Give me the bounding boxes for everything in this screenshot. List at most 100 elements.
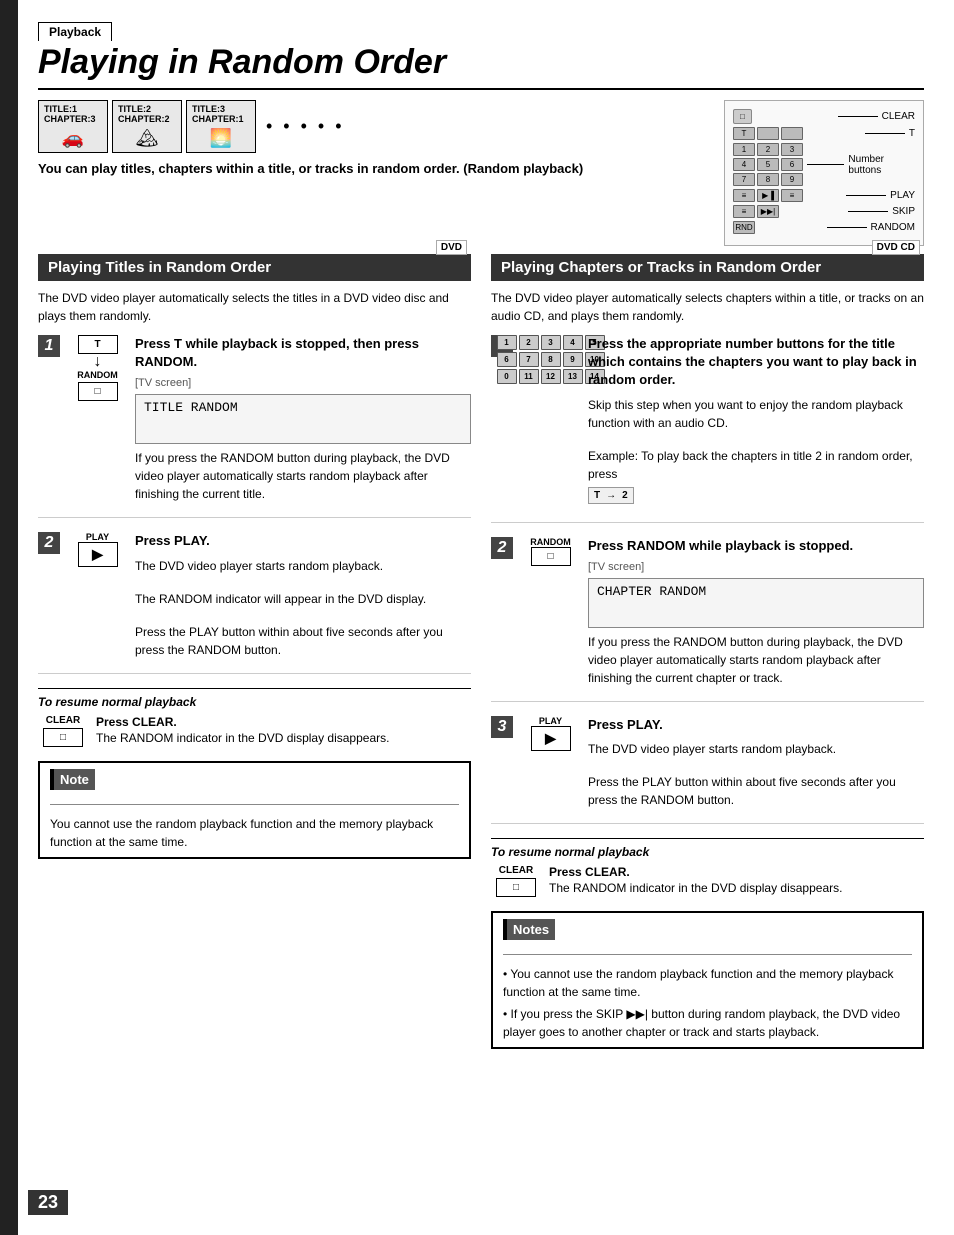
right-step1-icon-area: 1 2 3 4 5 6 7 8 9 10 0 11 12 — [523, 335, 578, 508]
remote-skip-row: ≡ ▶▶| SKIP — [733, 205, 915, 218]
left-step1-content: Press T while playback is stopped, then … — [135, 335, 471, 503]
remote-num-grid-skip: ≡ ▶▶| — [733, 205, 844, 218]
car-icon-3: 🌅 — [192, 128, 250, 149]
disc-illustrations: TITLE:1CHAPTER:3 🚗 TITLE:2CHAPTER:2 🏔 TI… — [38, 100, 704, 186]
right-step3: 3 PLAY ▶ Press PLAY. The DVD video playe… — [491, 716, 924, 824]
right-step2-title: Press RANDOM while playback is stopped. — [588, 537, 924, 555]
left-bar — [0, 0, 18, 1235]
right-step1-example-display: T → 2 — [588, 487, 634, 504]
play-icon: ▶ — [92, 546, 103, 563]
right-resume-title: To resume normal playback — [491, 845, 924, 859]
left-step1-number: 1 — [38, 335, 60, 357]
left-resume: To resume normal playback CLEAR □ Press … — [38, 688, 471, 747]
remote-clear-row: □ CLEAR — [733, 109, 915, 124]
right-step1-content: Press the appropriate number buttons for… — [588, 335, 924, 508]
left-step1-icon-area: T ↓ RANDOM □ — [70, 335, 125, 503]
left-step1-body: If you press the RANDOM button during pl… — [135, 449, 471, 503]
remote-play-label: PLAY — [846, 190, 915, 201]
right-step1-example: Example: To play back the chapters in ti… — [588, 447, 924, 483]
right-play-icon: ▶ — [545, 730, 556, 747]
right-section-desc: The DVD video player automatically selec… — [491, 289, 924, 325]
left-step2-title: Press PLAY. — [135, 532, 471, 550]
example-2: 2 — [622, 490, 628, 501]
remote-numbtns-row: 1 2 3 4 5 6 7 8 9 Number buttons — [733, 143, 915, 186]
left-note-box: Note You cannot use the random playback … — [38, 761, 471, 860]
content: Playback Playing in Random Order TITLE:1… — [38, 20, 924, 1049]
remote-clear-label: CLEAR — [838, 111, 915, 122]
right-step3-play-label: PLAY — [539, 716, 562, 726]
disc1-label: TITLE:1CHAPTER:3 — [44, 104, 102, 124]
left-resume-clear-area: CLEAR □ — [38, 715, 88, 747]
left-step2-content: Press PLAY. The DVD video player starts … — [135, 532, 471, 658]
right-step3-number: 3 — [491, 716, 513, 738]
left-step1-t-label: T — [94, 339, 100, 350]
remote-t-row: T T — [733, 127, 915, 140]
right-resume-text-area: Press CLEAR. The RANDOM indicator in the… — [549, 865, 924, 897]
page-number: 23 — [28, 1190, 68, 1215]
main-columns: DVD Playing Titles in Random Order The D… — [38, 254, 924, 1049]
right-resume-clear-box: □ — [496, 878, 536, 897]
disc-row: TITLE:1CHAPTER:3 🚗 TITLE:2CHAPTER:2 🏔 TI… — [38, 100, 704, 153]
right-resume: To resume normal playback CLEAR □ Press … — [491, 838, 924, 897]
left-step1-t-box: T — [78, 335, 118, 354]
remote-btn-t: T — [733, 127, 755, 140]
right-step2-content: Press RANDOM while playback is stopped. … — [588, 537, 924, 687]
car-icon-2: 🏔 — [118, 128, 176, 149]
left-resume-clear-label: CLEAR — [46, 715, 80, 726]
left-section-header: DVD Playing Titles in Random Order — [38, 254, 471, 281]
left-resume-step-body: The RANDOM indicator in the DVD display … — [96, 729, 471, 747]
right-note-box: Notes • You cannot use the random playba… — [491, 911, 924, 1050]
right-step1-title: Press the appropriate number buttons for… — [588, 335, 924, 390]
right-column: DVD CD Playing Chapters or Tracks in Ran… — [491, 254, 924, 1049]
remote-numbtn-label: Number buttons — [807, 154, 915, 176]
left-step1-title: Press T while playback is stopped, then … — [135, 335, 471, 371]
right-note-title: Notes — [503, 919, 555, 941]
remote-btn-e2 — [781, 127, 803, 140]
left-step1: 1 T ↓ RANDOM □ Press T while playback is… — [38, 335, 471, 518]
left-note-title: Note — [50, 769, 95, 791]
intro-text: You can play titles, chapters within a t… — [38, 161, 704, 176]
right-step1-skip: Skip this step when you want to enjoy th… — [588, 396, 924, 432]
right-step2-random-box: □ — [531, 547, 571, 566]
right-step2: 2 RANDOM □ Press RANDOM while playback i… — [491, 537, 924, 702]
right-step3-icon-area: PLAY ▶ — [523, 716, 578, 809]
remote-skip-label: SKIP — [848, 206, 915, 217]
right-note1-text: You cannot use the random playback funct… — [503, 967, 893, 999]
left-note-text: You cannot use the random playback funct… — [50, 815, 459, 851]
remote-btn-e1 — [757, 127, 779, 140]
right-resume-clear-area: CLEAR □ — [491, 865, 541, 897]
remote-num-grid-random: RND — [733, 221, 823, 234]
right-step3-body2: Press the PLAY button within about five … — [588, 773, 924, 809]
left-step1-tv-screen: TITLE RANDOM — [135, 394, 471, 444]
left-step1-random-label: RANDOM — [77, 370, 118, 380]
left-step1-random-box: □ — [78, 382, 118, 401]
disc-item-1: TITLE:1CHAPTER:3 🚗 — [38, 100, 108, 153]
left-step2-icon-area: PLAY ▶ — [70, 532, 125, 658]
left-resume-step-title: Press CLEAR. — [96, 715, 471, 729]
left-resume-text-area: Press CLEAR. The RANDOM indicator in the… — [96, 715, 471, 747]
left-step2-play-label: PLAY — [86, 532, 109, 542]
left-step2-body2: The RANDOM indicator will appear in the … — [135, 590, 471, 608]
disc3-label: TITLE:3CHAPTER:1 — [192, 104, 250, 124]
right-step2-tv-screen: CHAPTER RANDOM — [588, 578, 924, 628]
right-resume-step-body: The RANDOM indicator in the DVD display … — [549, 879, 924, 897]
left-resume-clear-box: □ — [43, 728, 83, 747]
right-step2-icon-area: RANDOM □ — [523, 537, 578, 687]
right-dvd-badge: DVD CD — [872, 240, 920, 255]
remote-random-label: RANDOM — [827, 222, 915, 233]
left-step1-tv-text: TITLE RANDOM — [144, 400, 238, 415]
left-step2-number: 2 — [38, 532, 60, 554]
right-resume-row: CLEAR □ Press CLEAR. The RANDOM indicato… — [491, 865, 924, 897]
disc-item-3: TITLE:3CHAPTER:1 🌅 — [186, 100, 256, 153]
left-step2-body3: Press the PLAY button within about five … — [135, 623, 471, 659]
right-note1: • You cannot use the random playback fun… — [503, 965, 912, 1001]
page: Playback Playing in Random Order TITLE:1… — [0, 0, 954, 1235]
right-step3-body1: The DVD video player starts random playb… — [588, 740, 924, 758]
remote-num-grid-top: T — [733, 127, 861, 140]
right-resume-step-title: Press CLEAR. — [549, 865, 924, 879]
example-arrow: → — [606, 490, 616, 501]
left-step2: 2 PLAY ▶ Press PLAY. The DVD video playe… — [38, 532, 471, 673]
right-step3-title: Press PLAY. — [588, 716, 924, 734]
right-note2: • If you press the SKIP ▶▶| button durin… — [503, 1005, 912, 1041]
right-resume-clear-label: CLEAR — [499, 865, 533, 876]
